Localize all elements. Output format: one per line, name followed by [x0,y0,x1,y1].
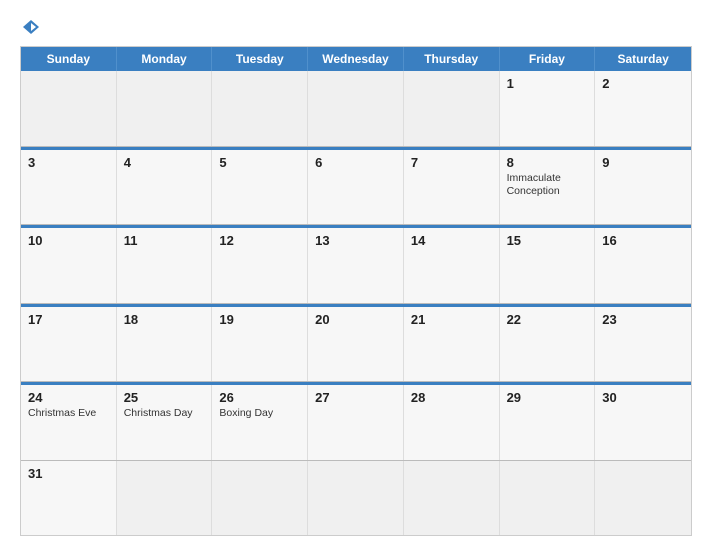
cell-day-number: 3 [28,155,109,170]
cal-cell-r2-c1: 11 [117,228,213,303]
header-sunday: Sunday [21,47,117,71]
cal-cell-r0-c0 [21,71,117,146]
cal-cell-r4-c5: 29 [500,385,596,460]
cal-cell-r3-c4: 21 [404,307,500,382]
cal-cell-r3-c6: 23 [595,307,691,382]
cell-event: Boxing Day [219,407,300,421]
header [20,18,692,36]
calendar-row-0: 12 [21,71,691,147]
cell-day-number: 7 [411,155,492,170]
calendar-body: 12345678Immaculate Conception91011121314… [21,71,691,535]
cell-day-number: 19 [219,312,300,327]
cal-cell-r0-c5: 1 [500,71,596,146]
cal-cell-r5-c0: 31 [21,461,117,536]
cal-cell-r1-c4: 7 [404,150,500,225]
header-monday: Monday [117,47,213,71]
cal-cell-r2-c4: 14 [404,228,500,303]
header-thursday: Thursday [404,47,500,71]
header-friday: Friday [500,47,596,71]
cal-cell-r3-c2: 19 [212,307,308,382]
calendar-row-2: 10 11 12 13 14 15 16 [21,225,691,304]
cell-day-number: 29 [507,390,588,405]
cal-cell-r0-c6: 2 [595,71,691,146]
cell-day-number: 18 [124,312,205,327]
logo-flag-icon [22,18,40,36]
cell-day-number: 11 [124,233,205,248]
calendar: Sunday Monday Tuesday Wednesday Thursday… [20,46,692,536]
cell-day-number: 30 [602,390,684,405]
header-tuesday: Tuesday [212,47,308,71]
cell-day-number: 20 [315,312,396,327]
cal-cell-r1-c5: 8 Immaculate Conception [500,150,596,225]
cal-cell-r5-c3 [308,461,404,536]
cell-day-number: 6 [315,155,396,170]
cal-cell-r4-c4: 28 [404,385,500,460]
cell-day-number: 23 [602,312,684,327]
cell-day-number: 17 [28,312,109,327]
cal-cell-r0-c1 [117,71,213,146]
cell-day-number: 12 [219,233,300,248]
header-saturday: Saturday [595,47,691,71]
cell-day-number: 22 [507,312,588,327]
cal-cell-r5-c5 [500,461,596,536]
cal-cell-r4-c6: 30 [595,385,691,460]
calendar-row-3: 17 18 19 20 21 22 23 [21,304,691,383]
logo [20,18,40,36]
cell-day-number: 4 [124,155,205,170]
cal-cell-r5-c2 [212,461,308,536]
cell-day-number: 24 [28,390,109,405]
cell-day-number: 15 [507,233,588,248]
cell-day-number: 27 [315,390,396,405]
cell-day-number: 16 [602,233,684,248]
cell-event: Christmas Day [124,407,205,421]
cal-cell-r1-c2: 5 [212,150,308,225]
cal-cell-r0-c4 [404,71,500,146]
cal-cell-r4-c1: 25 Christmas Day [117,385,213,460]
calendar-row-5: 31 [21,461,691,536]
cal-cell-r3-c0: 17 [21,307,117,382]
cell-day-number: 9 [602,155,684,170]
cell-day-number: 21 [411,312,492,327]
cell-day-number: 1 [507,76,588,91]
cal-cell-r2-c3: 13 [308,228,404,303]
cal-cell-r0-c3 [308,71,404,146]
cell-day-number: 2 [602,76,684,91]
cell-day-number: 25 [124,390,205,405]
cal-cell-r2-c0: 10 [21,228,117,303]
cal-cell-r3-c1: 18 [117,307,213,382]
cell-event: Christmas Eve [28,407,109,421]
cell-day-number: 28 [411,390,492,405]
cell-day-number: 13 [315,233,396,248]
page: Sunday Monday Tuesday Wednesday Thursday… [0,0,712,550]
cell-day-number: 14 [411,233,492,248]
cal-cell-r5-c4 [404,461,500,536]
calendar-row-1: 345678 Immaculate Conception 9 [21,147,691,226]
cell-day-number: 26 [219,390,300,405]
cal-cell-r0-c2 [212,71,308,146]
cal-cell-r4-c2: 26 Boxing Day [212,385,308,460]
cal-cell-r1-c6: 9 [595,150,691,225]
cal-cell-r3-c3: 20 [308,307,404,382]
cal-cell-r5-c6 [595,461,691,536]
cal-cell-r2-c2: 12 [212,228,308,303]
calendar-header: Sunday Monday Tuesday Wednesday Thursday… [21,47,691,71]
cal-cell-r1-c0: 3 [21,150,117,225]
cal-cell-r1-c3: 6 [308,150,404,225]
cal-cell-r4-c0: 24 Christmas Eve [21,385,117,460]
cell-day-number: 10 [28,233,109,248]
cell-day-number: 31 [28,466,109,481]
cell-day-number: 5 [219,155,300,170]
calendar-row-4: 24 Christmas Eve 25 Christmas Day 26 Boxing D… [21,382,691,461]
cell-event: Immaculate Conception [507,172,588,199]
header-wednesday: Wednesday [308,47,404,71]
cal-cell-r2-c6: 16 [595,228,691,303]
cal-cell-r4-c3: 27 [308,385,404,460]
cal-cell-r2-c5: 15 [500,228,596,303]
cal-cell-r5-c1 [117,461,213,536]
cal-cell-r3-c5: 22 [500,307,596,382]
cell-day-number: 8 [507,155,588,170]
cal-cell-r1-c1: 4 [117,150,213,225]
